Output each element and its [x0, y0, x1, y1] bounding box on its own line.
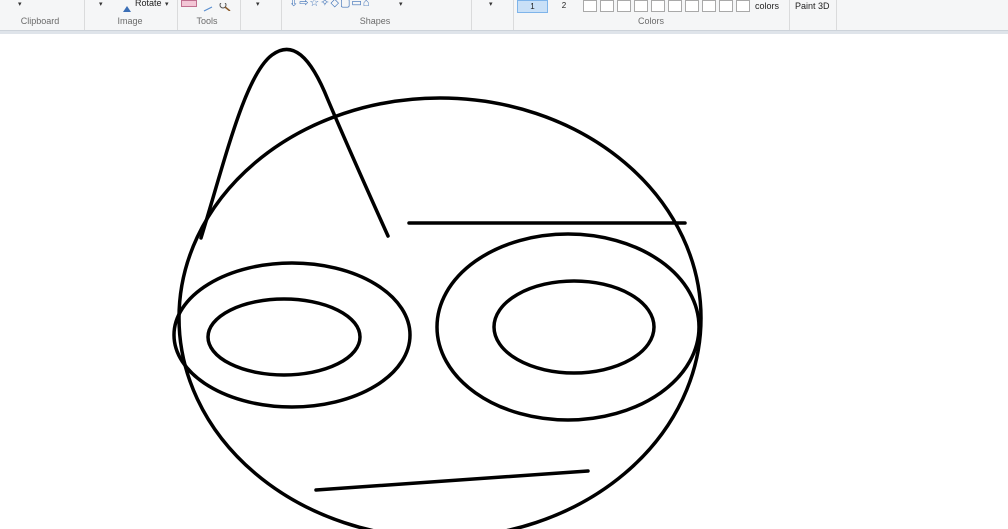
- color1-button[interactable]: 1: [517, 0, 548, 13]
- ribbon-separator: [471, 0, 472, 30]
- rotate-button[interactable]: Rotate: [135, 0, 162, 8]
- color-swatch[interactable]: [634, 0, 648, 12]
- ribbon-separator: [177, 0, 178, 30]
- drawing-canvas[interactable]: [0, 35, 1008, 529]
- fill-icon[interactable]: [203, 0, 213, 17]
- color-swatch[interactable]: [600, 0, 614, 12]
- magnifier-icon[interactable]: [219, 0, 231, 16]
- right-eye-inner: [492, 279, 656, 375]
- color-swatch[interactable]: [719, 0, 733, 12]
- rotate-dropdown-icon[interactable]: ▾: [165, 0, 169, 8]
- color-swatch[interactable]: [702, 0, 716, 12]
- left-eye-inner: [206, 297, 362, 377]
- ribbon-divider: [0, 30, 1008, 34]
- ribbon-separator: [281, 0, 282, 30]
- group-label-tools: Tools: [196, 16, 218, 26]
- color-swatch[interactable]: [685, 0, 699, 12]
- brushes-dropdown-icon[interactable]: ▾: [256, 0, 260, 8]
- mouth-line: [314, 469, 590, 492]
- ribbon-separator: [513, 0, 514, 30]
- color2-button[interactable]: 2: [554, 0, 574, 13]
- pencil-icon[interactable]: [181, 0, 197, 7]
- paint3d-button[interactable]: Paint 3D: [795, 1, 830, 11]
- group-label-image: Image: [117, 16, 143, 26]
- image-dropdown-icon[interactable]: ▾: [99, 0, 103, 8]
- size-dropdown-icon[interactable]: ▾: [489, 0, 493, 8]
- ribbon-separator: [84, 0, 85, 30]
- group-label-colors: Colors: [637, 16, 664, 26]
- ribbon-separator: [240, 0, 241, 30]
- edit-colors-button[interactable]: colors: [755, 1, 779, 11]
- shapes-more-icon[interactable]: ▾: [399, 0, 403, 8]
- color-swatch[interactable]: [617, 0, 631, 12]
- color-swatch[interactable]: [668, 0, 682, 12]
- rotate-icon[interactable]: [122, 0, 132, 12]
- group-label-clipboard: Clipboard: [20, 16, 60, 26]
- color-swatch[interactable]: [736, 0, 750, 12]
- group-label-shapes: Shapes: [359, 16, 391, 26]
- shape-gallery-icons[interactable]: ⇩⇨☆✧◇▢▭⌂: [289, 0, 370, 9]
- right-eye-outer: [435, 232, 701, 422]
- color-swatch[interactable]: [651, 0, 665, 12]
- face-sketch: [172, 47, 703, 529]
- ribbon-separator: [836, 0, 837, 30]
- hair-spike: [199, 47, 390, 240]
- ribbon: ▾ Clipboard ▾ Rotate ▾ Image Tools ▾ ⇩⇨☆…: [0, 0, 1008, 30]
- ribbon-separator: [789, 0, 790, 30]
- clipboard-dropdown-icon[interactable]: ▾: [18, 0, 22, 8]
- color-swatch[interactable]: [583, 0, 597, 12]
